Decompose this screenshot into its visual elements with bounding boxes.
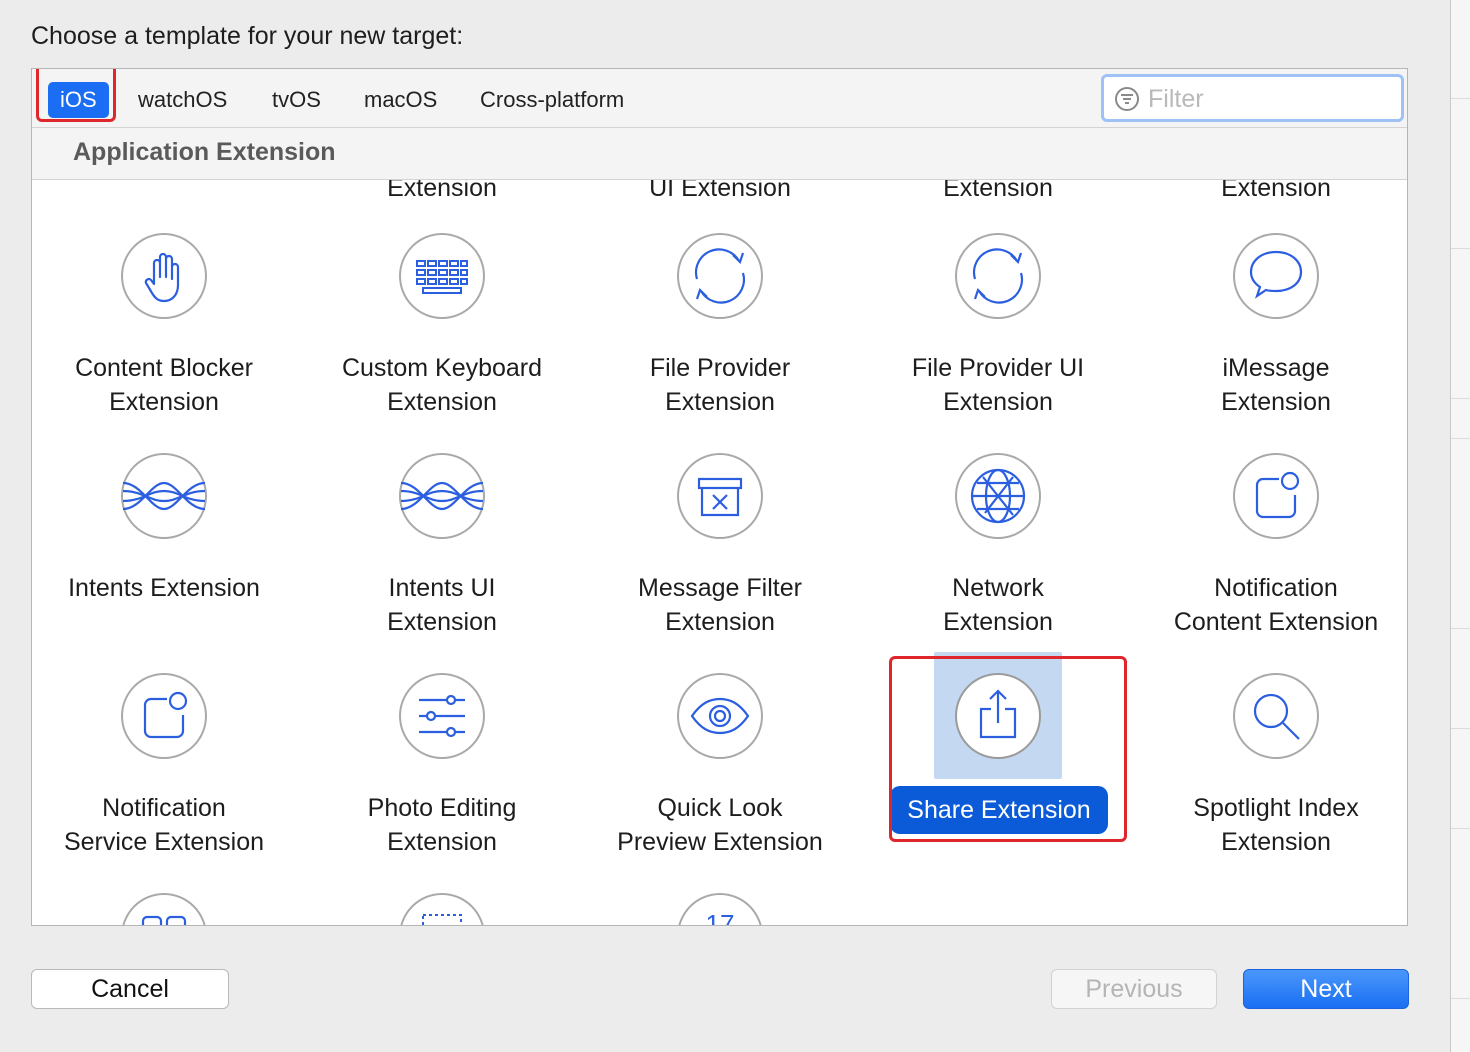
notification-icon[interactable] [121,673,207,759]
intents-waves-icon[interactable] [121,453,207,539]
template-label[interactable]: File Provider Extension [590,351,850,419]
partial-label: UI Extension [649,180,791,202]
ios-highlight-box [36,69,116,122]
template-label[interactable]: Quick Look Preview Extension [590,791,850,859]
template-label[interactable]: Photo Editing Extension [312,791,572,859]
template-label[interactable]: iMessage Extension [1146,351,1406,419]
eye-icon[interactable] [677,673,763,759]
template-panel: iOS watchOS tvOS macOS Cross-platform Ap… [31,68,1408,926]
template-label[interactable]: Network Extension [868,571,1128,639]
new-target-dialog: Choose a template for your new target: i… [0,0,1451,1052]
dialog-heading: Choose a template for your new target: [31,22,464,50]
next-button[interactable]: Next [1243,969,1409,1009]
calendar-icon[interactable]: 17 [677,893,763,926]
grid-icon[interactable] [121,893,207,925]
share-highlight-box [889,656,1127,842]
notification-icon[interactable] [1233,453,1319,539]
template-label[interactable]: File Provider UI Extension [868,351,1128,419]
template-label[interactable]: Content Blocker Extension [34,351,294,419]
partial-label: Extension [387,180,497,202]
template-label[interactable]: Custom Keyboard Extension [312,351,572,419]
template-label[interactable]: Intents Extension [34,571,294,605]
template-label[interactable]: Message Filter Extension [590,571,850,639]
partial-label: Extension [1221,180,1331,202]
tab-cross-platform[interactable]: Cross-platform [468,82,636,118]
filter-icon [1114,86,1140,117]
hand-icon[interactable] [121,233,207,319]
previous-button[interactable]: Previous [1051,969,1217,1009]
filter-bin-icon[interactable] [677,453,763,539]
platform-tab-bar: iOS watchOS tvOS macOS Cross-platform [32,69,1407,128]
sync-arrows-icon[interactable] [955,233,1041,319]
template-label[interactable]: Spotlight Index Extension [1146,791,1406,859]
filter-input[interactable] [1146,83,1390,115]
background-window-edge [1451,0,1470,1052]
tab-macos[interactable]: macOS [352,82,449,118]
cancel-button[interactable]: Cancel [31,969,229,1009]
keyboard-icon[interactable] [399,233,485,319]
template-grid: Extension UI Extension Extension Extensi… [32,180,1407,926]
tab-watchos[interactable]: watchOS [126,82,239,118]
calendar-day: 17 [706,909,735,926]
dotted-frame-icon[interactable] [399,893,485,925]
template-label[interactable]: Notification Content Extension [1146,571,1406,639]
section-header: Application Extension [32,128,1407,180]
section-title: Application Extension [73,138,336,166]
template-label[interactable]: Notification Service Extension [34,791,294,859]
filter-field[interactable] [1101,74,1404,122]
speech-bubble-icon[interactable] [1233,233,1319,319]
sliders-icon[interactable] [399,673,485,759]
sync-arrows-icon[interactable] [677,233,763,319]
tab-tvos[interactable]: tvOS [260,82,333,118]
partial-label: Extension [943,180,1053,202]
magnifier-icon[interactable] [1233,673,1319,759]
globe-icon[interactable] [955,453,1041,539]
intents-waves-icon[interactable] [399,453,485,539]
template-label[interactable]: Intents UI Extension [312,571,572,639]
